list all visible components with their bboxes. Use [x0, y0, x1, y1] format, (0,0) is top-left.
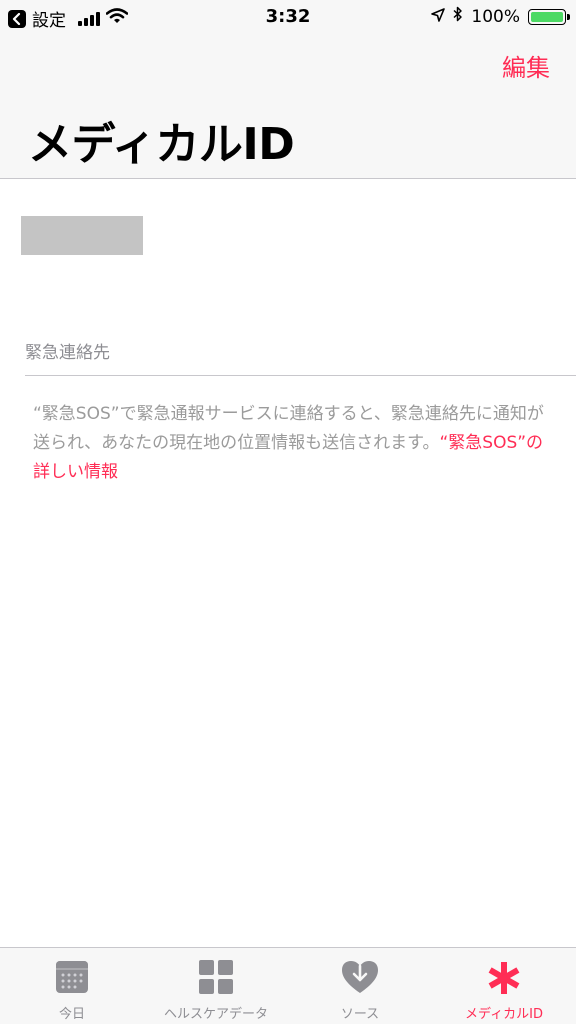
location-arrow-icon	[431, 7, 446, 27]
grid-icon[interactable]	[199, 960, 233, 998]
battery-icon	[528, 8, 570, 25]
calendar-icon[interactable]	[55, 960, 89, 998]
page-title: メディカルID	[28, 119, 295, 170]
tab-label[interactable]: メディカルID	[432, 1003, 576, 1022]
emergency-contacts-header: 緊急連絡先	[25, 343, 110, 363]
tab-bar: 今日 ヘルスケアデータ ソース メディカルID	[0, 947, 576, 1024]
battery-percent: 100%	[471, 6, 520, 27]
tab-sources[interactable]: ソース	[288, 948, 432, 1024]
asterisk-icon[interactable]	[486, 960, 522, 1000]
tab-medical-id[interactable]: メディカルID	[432, 948, 576, 1024]
tab-label[interactable]: ヘルスケアデータ	[144, 1003, 288, 1022]
edit-button[interactable]: 編集	[502, 48, 550, 83]
battery-level	[531, 11, 563, 22]
status-bar: 設定 3:32 100%	[0, 0, 576, 36]
bluetooth-icon	[453, 6, 463, 27]
tab-health-data[interactable]: ヘルスケアデータ	[144, 948, 288, 1024]
tab-label[interactable]: 今日	[0, 1003, 144, 1022]
navigation-bar: 編集 メディカルID	[0, 36, 576, 179]
tab-label[interactable]: ソース	[288, 1003, 432, 1022]
emergency-sos-footnote: “緊急SOS”で緊急通報サービスに連絡すると、緊急連絡先に通知が送られ、あなたの…	[33, 400, 555, 487]
status-right: 100%	[431, 6, 570, 27]
heart-download-icon[interactable]	[341, 960, 379, 998]
screen: 設定 3:32 100% 編集 メディカルID 緊急連絡先 “緊急SOS”で緊急…	[0, 0, 576, 1024]
redacted-name-block	[21, 216, 143, 255]
divider	[25, 375, 576, 376]
tab-today[interactable]: 今日	[0, 948, 144, 1024]
